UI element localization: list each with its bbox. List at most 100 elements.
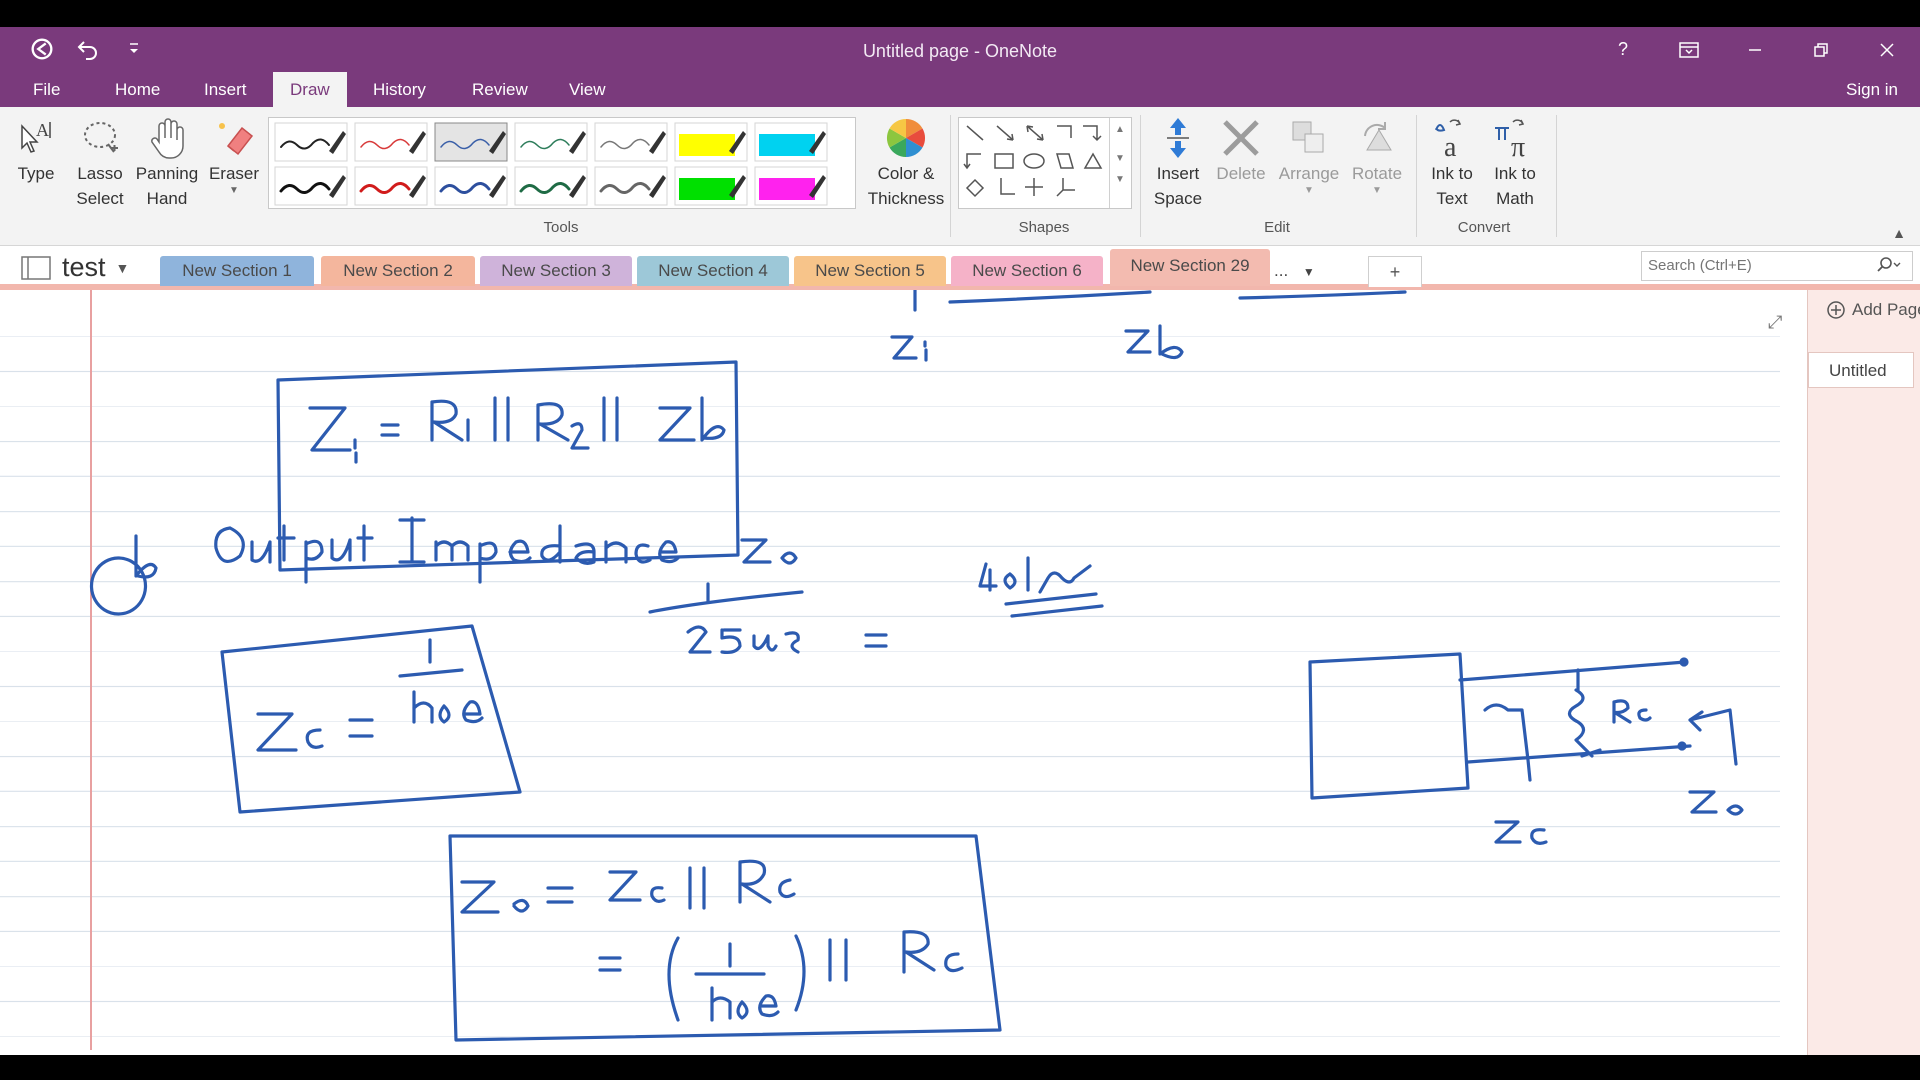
double-arrow-shape-icon — [1026, 125, 1044, 141]
hand-icon — [151, 118, 184, 159]
delete-icon — [1223, 120, 1259, 156]
ribbon-display-icon — [1679, 41, 1699, 58]
pen-swatch[interactable] — [514, 122, 588, 162]
rectangle-shape-icon — [994, 153, 1014, 169]
section-tab-6[interactable]: New Section 6 — [951, 256, 1103, 286]
restore-button[interactable] — [1788, 27, 1854, 72]
close-button[interactable] — [1854, 27, 1920, 72]
elbow-shape-icon — [1057, 125, 1072, 138]
add-page-button[interactable]: Add Page — [1826, 300, 1920, 320]
shapes-svg — [963, 125, 1103, 198]
ink-result — [978, 556, 1104, 618]
insert-space-label-1: Insert — [1156, 164, 1200, 183]
shapes-gallery: ▲ ▼ ▼ — [958, 117, 1132, 209]
help-button[interactable]: ? — [1590, 27, 1656, 72]
section-tab-3[interactable]: New Section 3 — [480, 256, 632, 286]
ink-top-remnant — [913, 290, 1407, 312]
arrow-shape-icon — [996, 125, 1014, 141]
tab-insert[interactable]: Insert — [187, 72, 264, 107]
restore-icon — [1814, 42, 1828, 57]
section-tab-4[interactable]: New Section 4 — [637, 256, 789, 286]
pen-swatch[interactable] — [594, 166, 668, 206]
ink-box-1 — [276, 360, 740, 572]
tab-home[interactable]: Home — [98, 72, 177, 107]
insert-space-label-2: Space — [1153, 189, 1203, 208]
ribbon-tabs: File Home Insert Draw History Review Vie… — [0, 72, 1920, 107]
collapse-ribbon-icon[interactable]: ▲ — [1892, 225, 1906, 241]
eraser-dropdown-icon[interactable]: ▼ — [206, 186, 262, 196]
pen-gallery: ▲ ▼ ▼ — [268, 117, 1119, 209]
rotate-button[interactable]: Rotate ▼ — [1348, 115, 1406, 196]
notebook-dropdown-icon: ▼ — [115, 259, 130, 276]
minimize-button[interactable] — [1722, 27, 1788, 72]
page-item-untitled[interactable]: Untitled — [1808, 352, 1914, 388]
ink-eq-zi — [308, 396, 726, 464]
add-page-icon — [1827, 301, 1845, 319]
minimize-icon — [1749, 48, 1761, 51]
tab-draw[interactable]: Draw — [273, 72, 347, 107]
section-tab-29[interactable]: New Section 29 — [1110, 249, 1270, 286]
notebook-name: test — [62, 252, 106, 282]
rotate-icon — [1364, 122, 1392, 151]
arrange-icon — [1292, 121, 1324, 153]
pen-swatch[interactable] — [274, 166, 348, 206]
arrange-label: Arrange — [1278, 164, 1340, 183]
ribbon-display-options-button[interactable] — [1656, 27, 1722, 72]
delete-button[interactable]: Delete — [1212, 115, 1270, 186]
pen-swatch[interactable] — [674, 122, 748, 162]
arrange-dropdown-icon[interactable]: ▼ — [1272, 186, 1346, 196]
ink-circuit-wires — [1458, 660, 1692, 782]
more-sections-button[interactable]: ... ▼ — [1274, 256, 1315, 286]
panning-hand-button[interactable]: Panning Hand — [132, 115, 202, 211]
shapes-scroll-up-icon[interactable]: ▲ — [1110, 124, 1130, 135]
pen-swatch[interactable] — [594, 122, 668, 162]
pen-swatch[interactable] — [354, 166, 428, 206]
type-button[interactable]: A Type — [12, 115, 60, 186]
onenote-window: Untitled page - OneNote ? File Home Inse… — [0, 27, 1920, 1055]
eraser-icon — [219, 123, 254, 156]
lasso-label-1: Lasso — [77, 164, 123, 183]
search-icon[interactable] — [1876, 256, 1902, 278]
section-tab-5[interactable]: New Section 5 — [794, 256, 946, 286]
section-tab-2[interactable]: New Section 2 — [321, 256, 475, 286]
search-box[interactable] — [1641, 251, 1913, 281]
pen-swatch[interactable] — [754, 122, 828, 162]
arrange-button[interactable]: Arrange ▼ — [1272, 115, 1346, 196]
color-wheel-icon — [886, 118, 926, 158]
pen-swatch[interactable] — [354, 122, 428, 162]
lasso-select-button[interactable]: Lasso Select — [70, 115, 130, 211]
triangle-shape-icon — [1083, 152, 1103, 169]
insert-space-button[interactable]: Insert Space — [1148, 115, 1208, 211]
shapes-scroll-down-icon[interactable]: ▼ — [1110, 153, 1130, 164]
tab-file[interactable]: File — [16, 72, 77, 107]
type-label: Type — [17, 164, 55, 183]
sign-in-link[interactable]: Sign in — [1846, 72, 1898, 107]
pen-swatch[interactable] — [434, 122, 508, 162]
shapes-gallery-scroll[interactable]: ▲ ▼ ▼ — [1109, 118, 1130, 208]
section-tab-1[interactable]: New Section 1 — [160, 256, 314, 286]
tab-history[interactable]: History — [356, 72, 443, 107]
pen-swatch[interactable] — [754, 166, 828, 206]
pen-swatch[interactable] — [514, 166, 588, 206]
eraser-button[interactable]: Eraser ▼ — [206, 115, 262, 196]
rotate-label: Rotate — [1351, 164, 1403, 183]
ink-rc-label — [1612, 699, 1652, 724]
add-section-button[interactable]: + — [1368, 256, 1422, 287]
pen-swatch[interactable] — [434, 166, 508, 206]
notebook-picker[interactable]: test ▼ — [20, 252, 129, 283]
ink-eq-zo-1 — [460, 859, 796, 914]
page-canvas[interactable]: ⤢ — [0, 290, 1807, 1055]
ink-terminal-1 — [1679, 657, 1689, 667]
ink-to-text-button[interactable]: a Ink to Text — [1422, 115, 1482, 211]
tab-view[interactable]: View — [552, 72, 623, 107]
rotate-dropdown-icon[interactable]: ▼ — [1348, 186, 1406, 196]
pen-swatch[interactable] — [274, 122, 348, 162]
pen-swatch[interactable] — [674, 166, 748, 206]
search-input[interactable] — [1642, 252, 1864, 278]
ink-to-math-button[interactable]: π Ink to Math — [1484, 115, 1546, 211]
page-list-pane: Add Page Untitled — [1807, 290, 1920, 1055]
shapes-expand-icon[interactable]: ▼ — [1110, 174, 1130, 185]
tab-review[interactable]: Review — [455, 72, 545, 107]
color-thickness-button[interactable]: Color & Thickness — [860, 115, 952, 211]
ink-b-letter — [134, 534, 158, 579]
